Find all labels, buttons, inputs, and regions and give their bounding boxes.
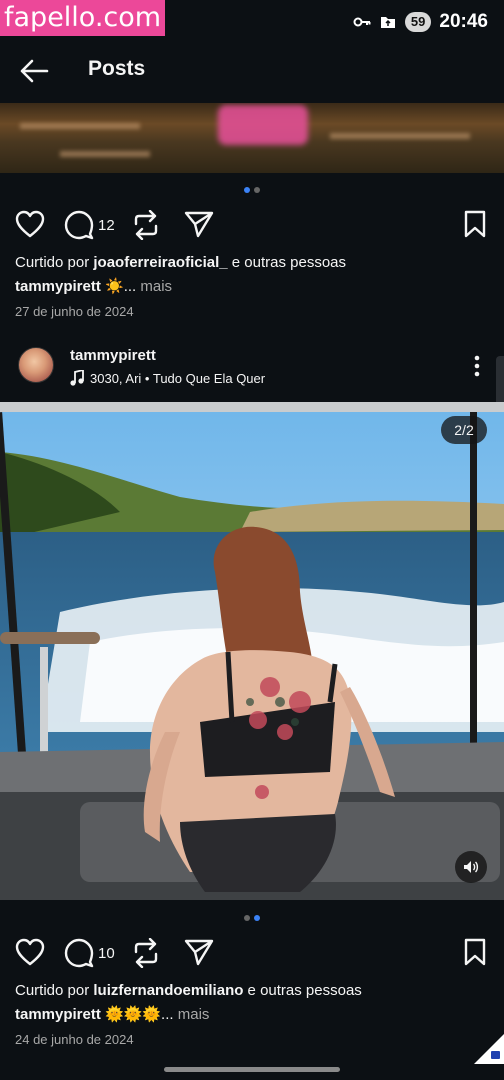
caption-more-link[interactable]: mais: [136, 278, 172, 295]
app-header: Posts: [0, 44, 504, 98]
like-button[interactable]: [15, 210, 45, 238]
carousel-dot: [254, 187, 260, 193]
post-2-carousel-dots: [244, 915, 260, 921]
heart-icon: [15, 938, 45, 966]
comment-button[interactable]: 12: [64, 210, 115, 240]
clock: 20:46: [439, 11, 488, 32]
comment-bubble-icon: [64, 938, 94, 968]
post-2-actions: 10: [0, 936, 504, 970]
repost-icon: [134, 938, 158, 968]
carousel-dot: [254, 915, 260, 921]
post-2-date: 24 de junho de 2024: [15, 1032, 134, 1047]
more-options-button[interactable]: [466, 354, 488, 378]
share-button[interactable]: [184, 938, 214, 966]
page-title: Posts: [88, 57, 146, 80]
like-button[interactable]: [15, 938, 45, 966]
post-1-image[interactable]: [0, 103, 504, 173]
repost-icon: [134, 210, 158, 240]
likes-suffix: e outras pessoas: [243, 982, 362, 999]
caption-text: ☀️...: [100, 278, 137, 295]
caption-username[interactable]: tammypirett: [15, 1006, 101, 1023]
notification-folder-icon: [379, 13, 397, 31]
likes-user-link[interactable]: joaoferreiraoficial_: [93, 254, 227, 271]
back-button[interactable]: [18, 56, 50, 86]
post-2-likes[interactable]: Curtido por luizfernandoemiliano e outra…: [15, 982, 362, 999]
watermark-logo: fapello.com: [0, 0, 166, 36]
post-1-actions: 12: [0, 208, 504, 242]
post-username[interactable]: tammypirett: [70, 347, 156, 364]
photo-counter-badge: 2/2: [441, 416, 487, 444]
likes-prefix: Curtido por: [15, 982, 94, 999]
carousel-dot: [244, 187, 250, 193]
image-detail-pink: [218, 105, 308, 145]
save-button[interactable]: [463, 210, 487, 238]
boat-scene-illustration: [0, 402, 504, 900]
likes-user-link[interactable]: luizfernandoemiliano: [93, 982, 243, 999]
music-note-icon: [70, 370, 84, 386]
avatar[interactable]: [18, 347, 54, 383]
likes-prefix: Curtido por: [15, 254, 94, 271]
battery-level-badge: 59: [404, 12, 432, 32]
image-glint: [330, 133, 470, 139]
bookmark-icon: [464, 210, 486, 238]
post-1-likes[interactable]: Curtido por joaoferreiraoficial_ e outra…: [15, 254, 346, 271]
caption-more-link[interactable]: mais: [174, 1006, 210, 1023]
caption-text: 🌞🌞🌞...: [100, 1006, 174, 1023]
post-2-photo[interactable]: [0, 402, 504, 900]
bookmark-icon: [464, 938, 486, 966]
home-indicator[interactable]: [164, 1067, 340, 1072]
music-info[interactable]: 3030, Ari • Tudo Que Ela Quer: [70, 370, 265, 386]
music-label: 3030, Ari • Tudo Que Ela Quer: [90, 370, 266, 386]
arrow-left-icon: [20, 59, 49, 83]
send-icon: [184, 211, 214, 238]
mute-toggle-button[interactable]: [455, 851, 487, 883]
vpn-key-icon: [353, 13, 371, 31]
post-1-caption[interactable]: tammypirett ☀️... mais: [15, 277, 172, 295]
post-2-header: tammypirett 3030, Ari • Tudo Que Ela Que…: [0, 338, 504, 394]
floating-corner-icon[interactable]: [474, 1034, 504, 1064]
carousel-dot: [244, 915, 250, 921]
post-2-caption[interactable]: tammypirett 🌞🌞🌞... mais: [15, 1005, 209, 1023]
heart-icon: [15, 210, 45, 238]
post-1-date: 27 de junho de 2024: [15, 304, 134, 319]
likes-suffix: e outras pessoas: [227, 254, 347, 271]
image-glint: [60, 151, 150, 157]
comment-bubble-icon: [64, 210, 94, 240]
share-button[interactable]: [184, 210, 214, 238]
more-vertical-icon: [474, 355, 480, 377]
comment-count: 12: [98, 216, 115, 234]
repost-button[interactable]: [133, 210, 159, 240]
repost-button[interactable]: [133, 938, 159, 968]
send-icon: [184, 939, 214, 966]
comment-count: 10: [98, 944, 115, 962]
save-button[interactable]: [463, 938, 487, 966]
speaker-icon: [464, 861, 479, 873]
comment-button[interactable]: 10: [64, 938, 115, 968]
caption-username[interactable]: tammypirett: [15, 278, 101, 295]
post-1-carousel-dots: [244, 187, 260, 193]
image-glint: [20, 123, 140, 129]
